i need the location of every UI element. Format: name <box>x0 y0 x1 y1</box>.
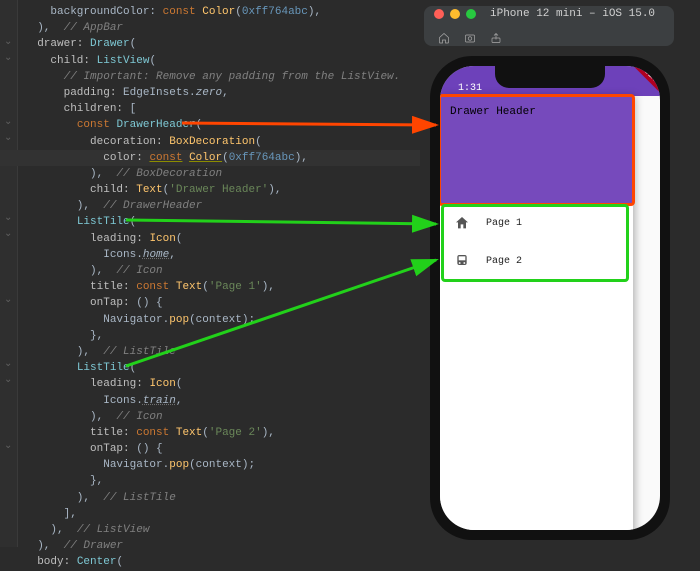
code-line[interactable]: leading: Icon( <box>0 231 420 247</box>
code-line[interactable]: backgroundColor: const Color(0xff764abc)… <box>0 4 420 20</box>
minimize-icon[interactable] <box>450 9 460 19</box>
code-line[interactable]: Icons.home, <box>0 247 420 263</box>
code-line[interactable]: }, <box>0 473 420 489</box>
code-line[interactable]: ), // Icon <box>0 409 420 425</box>
code-line[interactable]: onTap: () { <box>0 295 420 311</box>
drawer-header[interactable]: Drawer Header <box>440 96 633 204</box>
code-line[interactable]: child: ListView( <box>0 53 420 69</box>
code-line[interactable]: Navigator.pop(context); <box>0 457 420 473</box>
code-line[interactable]: ), // Drawer <box>0 538 420 554</box>
code-line[interactable]: title: const Text('Page 1'), <box>0 279 420 295</box>
drawer-panel[interactable]: Drawer Header Page 1 Page 2 <box>440 96 633 530</box>
code-line[interactable]: ), // ListTile <box>0 490 420 506</box>
zoom-icon[interactable] <box>466 9 476 19</box>
debug-banner: DEMO <box>629 66 660 99</box>
code-line[interactable]: ListTile( <box>0 214 420 230</box>
code-line[interactable]: ), // AppBar <box>0 20 420 36</box>
simulator-titlebar: iPhone 12 mini – iOS 15.0 <box>424 6 674 46</box>
code-line[interactable]: }, <box>0 328 420 344</box>
phone-screen[interactable]: 1:31 DEMO Drawer Header Page 1 Page 2 <box>440 66 660 530</box>
code-line[interactable]: const DrawerHeader( <box>0 117 420 133</box>
screenshot-icon[interactable] <box>464 32 476 44</box>
code-line[interactable]: ), // Icon <box>0 263 420 279</box>
window-traffic-lights[interactable] <box>434 9 476 19</box>
share-icon[interactable] <box>490 32 502 44</box>
list-tile-label: Page 2 <box>486 256 522 267</box>
phone-notch <box>495 66 605 88</box>
phone-frame: 1:31 DEMO Drawer Header Page 1 Page 2 <box>430 56 670 540</box>
code-line[interactable]: drawer: Drawer( <box>0 36 420 52</box>
code-line[interactable]: // Important: Remove any padding from th… <box>0 69 420 85</box>
code-line[interactable]: decoration: BoxDecoration( <box>0 134 420 150</box>
code-line[interactable]: child: Text('Drawer Header'), <box>0 182 420 198</box>
code-line[interactable]: Navigator.pop(context); <box>0 312 420 328</box>
list-tile-page1[interactable]: Page 1 <box>440 204 633 242</box>
code-line[interactable]: color: const Color(0xff764abc), <box>0 150 420 166</box>
code-line[interactable]: body: Center( <box>0 554 420 570</box>
close-icon[interactable] <box>434 9 444 19</box>
list-tile-label: Page 1 <box>486 218 522 229</box>
code-line[interactable]: title: const Text('Page 2'), <box>0 425 420 441</box>
train-icon <box>454 253 470 269</box>
code-line[interactable]: ], <box>0 506 420 522</box>
list-tile-page2[interactable]: Page 2 <box>440 242 633 280</box>
code-line[interactable]: ListTile( <box>0 360 420 376</box>
code-line[interactable]: leading: Icon( <box>0 376 420 392</box>
code-line[interactable]: children: [ <box>0 101 420 117</box>
simulator-title: iPhone 12 mini – iOS 15.0 <box>490 8 655 20</box>
code-line[interactable]: padding: EdgeInsets.zero, <box>0 85 420 101</box>
status-time: 1:31 <box>458 83 482 94</box>
code-line[interactable]: onTap: () { <box>0 441 420 457</box>
code-line[interactable]: Icons.train, <box>0 393 420 409</box>
home-icon[interactable] <box>438 32 450 44</box>
code-editor[interactable]: backgroundColor: const Color(0xff764abc)… <box>0 0 420 547</box>
home-icon <box>454 215 470 231</box>
code-line[interactable]: ), // ListView <box>0 522 420 538</box>
code-line[interactable]: ), // ListTile <box>0 344 420 360</box>
drawer-header-text: Drawer Header <box>450 106 536 118</box>
code-line[interactable]: ), // BoxDecoration <box>0 166 420 182</box>
code-line[interactable]: ), // DrawerHeader <box>0 198 420 214</box>
